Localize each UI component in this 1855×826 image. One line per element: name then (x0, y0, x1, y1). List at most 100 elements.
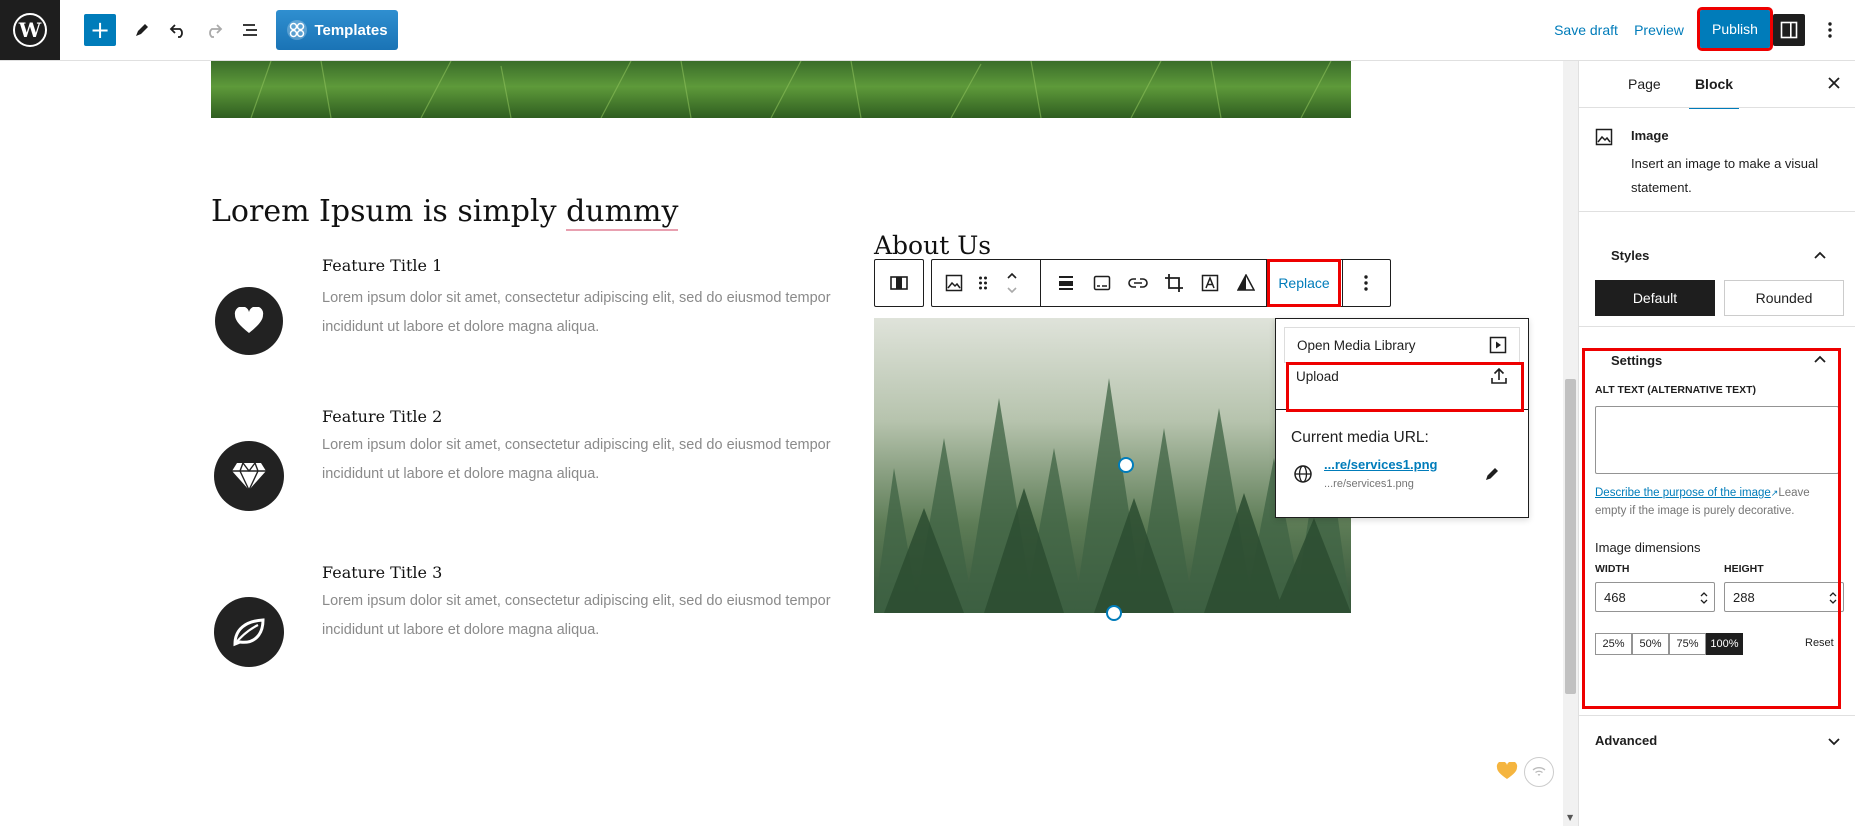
heading-underlined-word: dummy (566, 194, 679, 231)
document-overview-button[interactable] (234, 14, 266, 46)
grass-image[interactable] (211, 61, 1351, 118)
crop-button[interactable] (1156, 260, 1192, 306)
tools-button[interactable] (126, 14, 158, 46)
add-block-button[interactable]: + (84, 14, 116, 46)
save-draft-button[interactable]: Save draft (1553, 14, 1619, 46)
editor-top-bar: W + Templates Save draft Preview Publish (0, 0, 1855, 61)
wifi-icon (1532, 767, 1546, 776)
feature-text-1: Lorem ipsum dolor sit amet, consectetur … (322, 284, 842, 342)
current-media-url-subtext: ...re/services1.png (1324, 478, 1414, 490)
sidebar-icon (1780, 21, 1798, 39)
alt-text-field[interactable] (1595, 406, 1839, 474)
block-card: Image Insert an image to make a visual s… (1579, 107, 1855, 212)
crop-icon (1165, 274, 1183, 292)
heart-icon (215, 287, 283, 355)
editor-canvas: Lorem Ipsum is simply dummy Feature Titl… (0, 61, 1563, 826)
caption-button[interactable] (1084, 260, 1120, 306)
pencil-icon[interactable] (1483, 465, 1501, 483)
size-100-button[interactable]: 100% (1706, 633, 1743, 655)
current-media-url-link[interactable]: ...re/services1.png (1324, 457, 1437, 472)
align-button[interactable] (1048, 260, 1084, 306)
section-heading[interactable]: Lorem Ipsum is simply dummy (211, 194, 679, 231)
stepper-icon[interactable] (1829, 591, 1837, 605)
diamond-icon (214, 441, 284, 511)
stepper-icon[interactable] (1700, 591, 1708, 605)
drag-handle[interactable] (970, 260, 996, 306)
accessibility-icon[interactable] (1524, 757, 1554, 787)
describe-purpose-link[interactable]: Describe the purpose of the image (1595, 487, 1771, 499)
settings-title[interactable]: Settings (1611, 353, 1662, 368)
advanced-title[interactable]: Advanced (1595, 733, 1657, 748)
upload-item[interactable]: Upload (1284, 358, 1520, 394)
feature-text-line: Lorem ipsum dolor sit amet, consectetur … (322, 593, 831, 609)
block-options-button[interactable] (1348, 260, 1384, 306)
settings-panel: Settings ALT TEXT (ALTERNATIVE TEXT) Des… (1579, 326, 1855, 716)
height-input[interactable]: 288 (1724, 582, 1844, 612)
preview-button[interactable]: Preview (1632, 14, 1686, 46)
alt-text-label: ALT TEXT (ALTERNATIVE TEXT) (1595, 384, 1756, 396)
pencil-icon (136, 24, 148, 36)
heading-text: Lorem Ipsum is simply (211, 194, 567, 229)
close-icon[interactable] (1827, 76, 1841, 90)
options-menu-button[interactable] (1816, 14, 1844, 46)
feature-title-1: Feature Title 1 (322, 256, 443, 275)
size-75-button[interactable]: 75% (1669, 633, 1706, 655)
style-rounded-option[interactable]: Rounded (1724, 280, 1844, 316)
undo-icon (169, 24, 183, 38)
text-overlay-icon (1201, 274, 1219, 292)
image-block-type-button[interactable] (936, 260, 972, 306)
alt-help-text: Leave (1778, 487, 1810, 499)
size-25-button[interactable]: 25% (1595, 633, 1632, 655)
tab-block[interactable]: Block (1689, 61, 1739, 109)
feature-title-3: Feature Title 3 (322, 563, 443, 582)
templates-icon (287, 20, 308, 40)
image-icon (945, 274, 963, 292)
link-button[interactable] (1120, 260, 1156, 306)
link-icon (1128, 278, 1148, 288)
image-icon (1595, 128, 1613, 146)
duotone-button[interactable] (1228, 260, 1264, 306)
replace-media-popover: Open Media Library Upload Current media … (1275, 318, 1529, 518)
resize-handle-bottom[interactable] (1106, 605, 1122, 621)
tab-page[interactable]: Page (1628, 61, 1661, 107)
settings-toggle-button[interactable] (1773, 14, 1805, 46)
toolbar-divider (1266, 260, 1267, 306)
more-vertical-icon (1828, 22, 1832, 38)
size-50-button[interactable]: 50% (1632, 633, 1669, 655)
scroll-down-arrow-icon[interactable]: ▼ (1567, 813, 1573, 822)
reset-button[interactable]: Reset (1805, 637, 1834, 649)
more-vertical-icon (1364, 275, 1368, 291)
move-up-down-buttons[interactable] (998, 260, 1026, 306)
wordpress-logo-icon[interactable]: W (0, 0, 60, 60)
canvas-scrollbar[interactable]: ▼ (1563, 61, 1578, 826)
block-name: Image (1631, 128, 1669, 143)
resize-handle-right[interactable] (1118, 457, 1134, 473)
toolbar-divider (1342, 260, 1343, 306)
width-input[interactable]: 468 (1595, 582, 1715, 612)
about-us-heading[interactable]: About Us (874, 231, 991, 260)
style-default-option[interactable]: Default (1595, 280, 1715, 316)
plus-icon: + (89, 16, 111, 44)
redo-button[interactable] (198, 14, 230, 46)
chevron-up-icon[interactable] (1813, 354, 1827, 364)
undo-button[interactable] (162, 14, 194, 46)
redo-icon (209, 24, 223, 38)
chevron-up-icon[interactable] (1813, 250, 1827, 260)
upload-icon (1491, 367, 1507, 384)
templates-button[interactable]: Templates (276, 10, 398, 50)
chevron-up-down-icon (1007, 272, 1017, 294)
feature-title-2: Feature Title 2 (322, 407, 443, 426)
text-over-image-button[interactable] (1192, 260, 1228, 306)
columns-icon (890, 276, 908, 290)
heart-emoji-icon (1496, 762, 1518, 779)
replace-button[interactable]: Replace (1267, 259, 1341, 307)
templates-label: Templates (314, 21, 388, 39)
parent-block-button[interactable] (881, 260, 917, 306)
advanced-panel: Advanced (1579, 715, 1855, 766)
chevron-down-icon[interactable] (1827, 737, 1841, 747)
publish-button[interactable]: Publish (1697, 7, 1773, 51)
styles-title[interactable]: Styles (1611, 248, 1649, 263)
scrollbar-thumb[interactable] (1565, 379, 1576, 694)
popover-divider (1276, 409, 1528, 410)
svg-text:W: W (18, 18, 42, 42)
